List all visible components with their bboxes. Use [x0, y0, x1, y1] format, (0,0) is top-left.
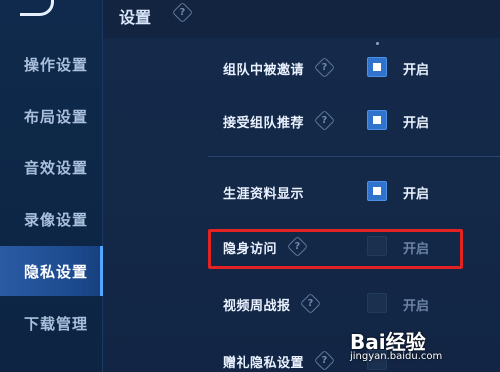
help-icon[interactable]: ?: [171, 1, 194, 24]
help-icon[interactable]: ?: [299, 292, 322, 315]
sidebar-item-download[interactable]: 下载管理: [0, 298, 103, 348]
settings-panel: 组队中被邀请 ? 开启 接受组队推荐 ? 开启 生涯资料显示 开启 隐身访问 ?…: [103, 38, 500, 372]
sidebar-item-label: 下载管理: [24, 314, 89, 333]
back-arrow-icon[interactable]: [18, 0, 58, 18]
highlight-box: [208, 229, 463, 269]
divider: [208, 156, 500, 157]
setting-label: 接受组队推荐: [223, 116, 305, 131]
watermark: Bai经验 jingyan.baidu.com: [350, 326, 490, 368]
help-icon[interactable]: ?: [313, 109, 336, 132]
sidebar-item-label: 音效设置: [24, 158, 89, 177]
sidebar-item-label: 操作设置: [24, 55, 89, 74]
setting-label: 生涯资料显示: [223, 187, 305, 202]
team-recommend-checkbox[interactable]: [367, 110, 387, 130]
header: 设置 ?: [103, 0, 500, 38]
sidebar-item-layout[interactable]: 布局设置: [0, 91, 103, 141]
sidebar: 操作设置 布局设置 音效设置 录像设置 隐私设置 下载管理: [0, 0, 103, 372]
sidebar-item-operation[interactable]: 操作设置: [0, 39, 103, 89]
setting-state: 开启: [403, 187, 430, 202]
setting-label: 组队中被邀请: [223, 63, 305, 78]
sidebar-item-privacy[interactable]: 隐私设置: [0, 246, 103, 296]
page-title: 设置: [119, 8, 152, 27]
sidebar-item-sound[interactable]: 音效设置: [0, 142, 103, 192]
setting-state: 开启: [403, 299, 430, 314]
sidebar-item-label: 隐私设置: [24, 262, 89, 281]
video-weekly-checkbox[interactable]: [367, 293, 387, 313]
setting-label: 赠礼隐私设置: [223, 356, 305, 371]
setting-label: 视频周战报: [223, 299, 291, 314]
setting-state: 开启: [403, 63, 430, 78]
watermark-url: jingyan.baidu.com: [350, 351, 443, 362]
team-invite-checkbox[interactable]: [367, 57, 387, 77]
help-icon[interactable]: ?: [313, 349, 336, 372]
setting-state: 开启: [403, 116, 430, 131]
sidebar-item-label: 布局设置: [24, 107, 89, 126]
sidebar-item-recording[interactable]: 录像设置: [0, 194, 103, 244]
career-profile-checkbox[interactable]: [367, 181, 387, 201]
scroll-dot: [376, 42, 379, 45]
help-icon[interactable]: ?: [313, 56, 336, 79]
sidebar-item-label: 录像设置: [24, 210, 89, 229]
